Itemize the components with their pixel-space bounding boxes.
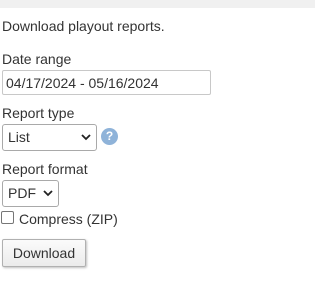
report-type-label: Report type (2, 105, 75, 121)
download-button[interactable]: Download (2, 239, 86, 267)
help-icon[interactable]: ? (101, 128, 118, 145)
report-format-label: Report format (2, 161, 88, 177)
report-format-select[interactable]: PDF (2, 180, 59, 207)
report-type-select[interactable]: List (2, 124, 97, 151)
date-range-input[interactable] (2, 70, 211, 95)
chevron-down-icon (43, 181, 53, 206)
compress-checkbox[interactable] (1, 211, 14, 224)
report-format-selected: PDF (8, 185, 36, 201)
intro-text: Download playout reports. (2, 18, 165, 34)
date-range-label: Date range (2, 51, 72, 67)
top-bar (0, 0, 315, 8)
compress-label[interactable]: Compress (ZIP) (19, 210, 118, 228)
report-type-selected: List (8, 129, 30, 145)
chevron-down-icon (81, 125, 91, 150)
